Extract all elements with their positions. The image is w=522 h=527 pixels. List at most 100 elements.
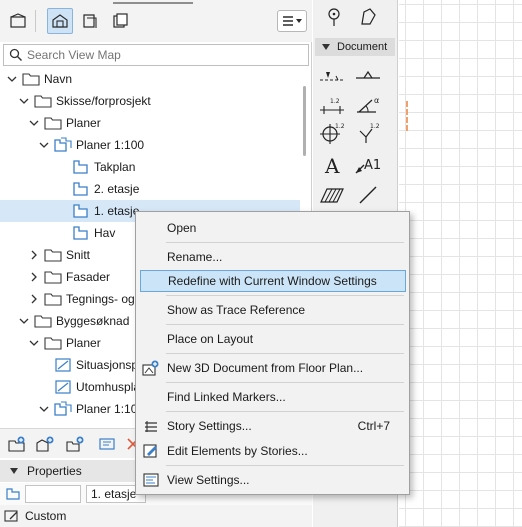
menu-separator [166, 295, 404, 296]
svg-text:α: α [374, 96, 379, 105]
menu-item-label: Story Settings... [167, 419, 252, 433]
menu-item-label: Rename... [167, 250, 223, 264]
context-menu-item[interactable]: Find Linked Markers... [140, 386, 406, 408]
menu-item-shortcut: Ctrl+7 [357, 419, 390, 433]
folder-icon [44, 115, 62, 131]
chevron-down-icon[interactable] [6, 73, 18, 85]
tree-item[interactable]: 2. etasje [0, 178, 300, 200]
tree-item-label: Tegnings- og [66, 292, 135, 306]
text-icon: A [324, 154, 340, 177]
floor-plan-view-icon [6, 488, 20, 500]
chevron-right-icon[interactable] [28, 249, 40, 261]
collapse-arrow-icon [10, 468, 18, 474]
search-input[interactable] [27, 48, 297, 62]
menu-separator [166, 324, 404, 325]
folder-icon [44, 335, 62, 351]
tree-item-label: Takplan [94, 160, 136, 174]
marker-tool[interactable] [319, 4, 349, 30]
angle-dimension-tool[interactable]: α [353, 92, 383, 118]
chevron-down-icon[interactable] [38, 403, 50, 415]
chevron-down-icon[interactable] [38, 139, 50, 151]
chevron-down-icon[interactable] [18, 315, 30, 327]
project-map-button[interactable] [5, 8, 31, 34]
tree-item-label: Navn [44, 72, 73, 86]
edit-elements-icon [142, 443, 160, 459]
text-tool[interactable]: A [317, 152, 347, 178]
context-menu-item[interactable]: Redefine with Current Window Settings [140, 270, 406, 292]
context-menu-item[interactable]: View Settings... [140, 469, 406, 491]
tree-scrollbar[interactable] [303, 86, 306, 156]
navigator-toolbar [0, 0, 312, 42]
new-folder-button[interactable] [6, 434, 28, 454]
chevron-down-icon[interactable] [28, 117, 40, 129]
layout-book-button[interactable] [77, 8, 103, 34]
radial-dimension-icon: 1.2 [320, 98, 344, 114]
chevron-down-icon[interactable] [18, 95, 30, 107]
pin-marker-icon [328, 8, 340, 26]
menu-item-label: Place on Layout [167, 332, 254, 346]
line-tool[interactable] [353, 182, 383, 208]
context-menu-item[interactable]: Rename... [140, 246, 406, 268]
new-view-button[interactable] [34, 434, 56, 454]
context-menu-item[interactable]: Show as Trace Reference [140, 299, 406, 321]
level-dimension-tool[interactable] [353, 62, 383, 88]
publisher-sets-button[interactable] [107, 8, 133, 34]
tree-item-label: Byggesøknad [56, 314, 130, 328]
tree-item[interactable]: Planer [0, 112, 300, 134]
chevron-right-icon[interactable] [28, 271, 40, 283]
tree-item[interactable]: Planer 1:100 [0, 134, 300, 156]
menu-item-label: Find Linked Markers... [167, 390, 286, 404]
context-menu-item[interactable]: Story Settings... Ctrl+7 [140, 415, 406, 437]
collapse-arrow-icon [322, 44, 330, 50]
story-settings-icon [142, 418, 160, 434]
hatch-fill-tool[interactable] [317, 182, 347, 208]
floor-plan-canvas[interactable] [399, 0, 522, 527]
dimension-tool[interactable] [317, 62, 347, 88]
custom-settings-row[interactable]: Custom [0, 505, 312, 527]
tree-item-label: Situasjonsp [76, 358, 139, 372]
properties-title: Properties [27, 464, 82, 478]
context-menu-item[interactable]: Place on Layout [140, 328, 406, 350]
document-section-header[interactable]: Document [315, 38, 395, 56]
elevation-tool[interactable]: 1.2 [317, 120, 347, 146]
navigator-menu-button[interactable] [277, 10, 307, 32]
search-box[interactable] [3, 44, 309, 66]
menu-separator [166, 465, 404, 466]
tree-item[interactable]: Skisse/forprosjekt [0, 90, 300, 112]
list-settings-icon [99, 438, 115, 450]
context-menu-item[interactable]: Open [140, 217, 406, 239]
view-map-button[interactable] [47, 8, 73, 34]
layout-book-icon [83, 14, 97, 28]
tab-indicator [113, 2, 193, 4]
label-tool[interactable]: A1 [353, 152, 383, 178]
menu-separator [166, 353, 404, 354]
chevron-down-icon[interactable] [28, 337, 40, 349]
settings-button[interactable] [96, 434, 118, 454]
floor-plan-view-icon [72, 203, 90, 219]
svg-text:A: A [324, 154, 340, 177]
level-dimension-icon [356, 70, 380, 79]
chevron-right-icon[interactable] [28, 293, 40, 305]
tree-item-label: Skisse/forprosjekt [56, 94, 151, 108]
context-menu-item[interactable]: Edit Elements by Stories... [140, 440, 406, 462]
context-menu-item[interactable]: New 3D Document from Floor Plan... [140, 357, 406, 379]
new-view-icon [36, 436, 54, 452]
radial-dimension-tool[interactable]: 1.2 [317, 92, 347, 118]
tree-item[interactable]: Navn [0, 68, 300, 90]
spot-elevation-tool[interactable]: 1.2 [353, 120, 383, 146]
tree-item[interactable]: Takplan [0, 156, 300, 178]
floor-plan-folder-icon [54, 401, 72, 417]
view-id-field[interactable] [25, 485, 81, 503]
folder-icon [44, 269, 62, 285]
clone-view-icon [66, 436, 84, 452]
site-plan-icon [54, 357, 72, 373]
fill-tool[interactable] [353, 4, 383, 30]
clone-view-button[interactable] [64, 434, 86, 454]
view-settings-icon [142, 472, 160, 488]
canvas-element-marker [406, 101, 410, 131]
publisher-sets-icon [113, 13, 128, 28]
site-plan-icon [54, 379, 72, 395]
tree-item-label: 2. etasje [94, 182, 140, 196]
svg-text:1.2: 1.2 [330, 98, 340, 105]
hamburger-menu-icon [283, 16, 302, 26]
